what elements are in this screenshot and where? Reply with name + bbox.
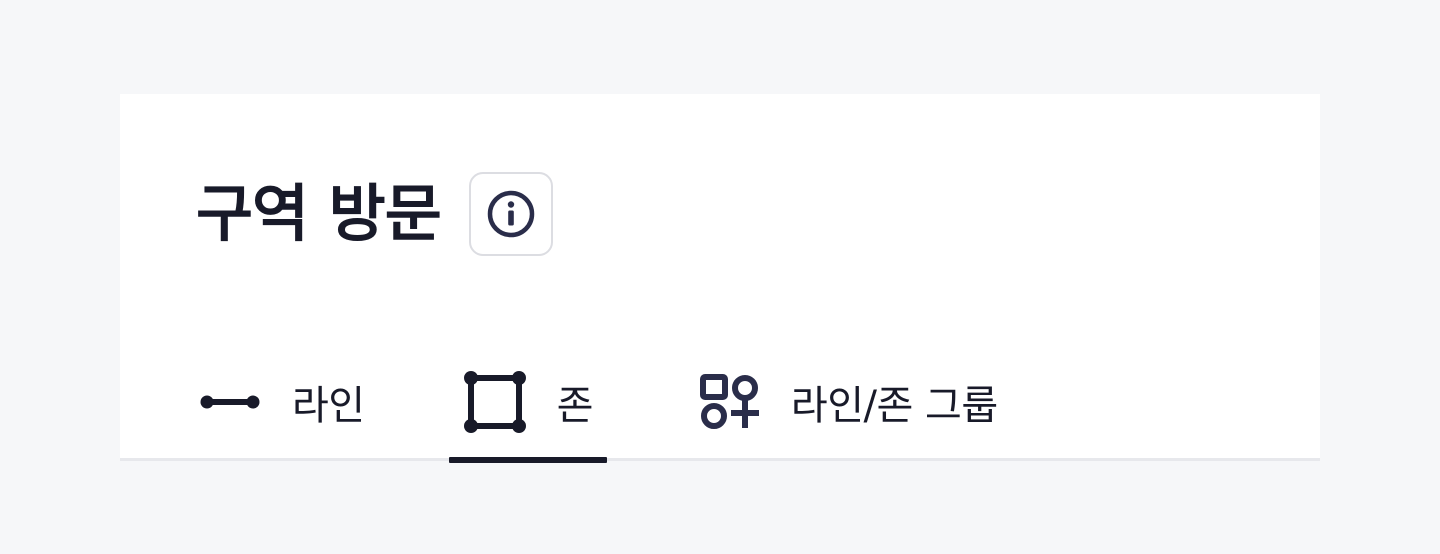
tab-line-zone-group-label: 라인/존 그룹 [790,382,998,429]
tab-line[interactable]: 라인 [184,342,379,461]
info-button[interactable] [468,172,553,256]
line-segment-icon [198,370,262,434]
line-zone-group-icon [697,370,761,434]
tab-line-zone-group[interactable]: 라인/존 그룹 [683,342,1012,461]
info-circle-icon [487,190,534,238]
zone-square-icon [463,370,527,434]
zone-visit-card: 구역 방문 라인 존 라인/존 그룹 [120,94,1320,463]
card-header: 구역 방문 [196,170,553,258]
tab-zone-label: 존 [556,382,594,429]
tab-zone[interactable]: 존 [448,342,608,463]
tab-line-label: 라인 [292,382,365,429]
tab-bar: 라인 존 라인/존 그룹 [184,342,1074,463]
page-title: 구역 방문 [196,177,442,250]
